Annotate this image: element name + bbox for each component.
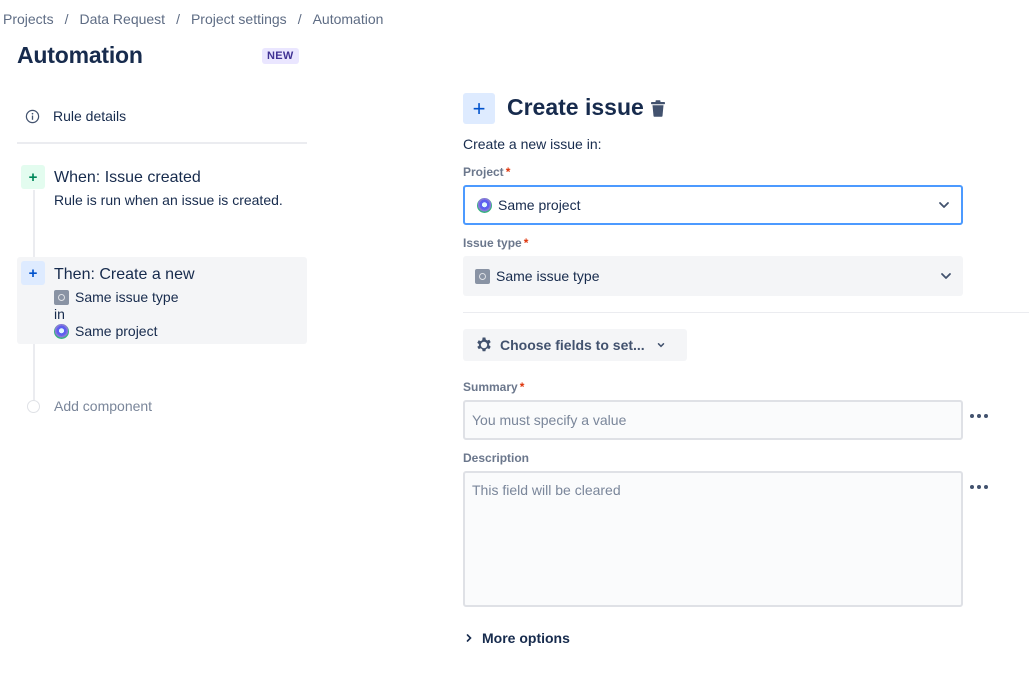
description-textarea[interactable] (463, 471, 963, 607)
action-project-label: Same project (75, 323, 158, 339)
more-options-toggle[interactable]: More options (465, 630, 570, 646)
add-component-label: Add component (54, 398, 153, 414)
divider (463, 312, 1029, 313)
required-mark: * (505, 165, 511, 179)
add-circle-icon (27, 399, 40, 413)
issue-type-icon (475, 268, 490, 284)
trash-icon[interactable] (650, 100, 666, 117)
project-label-text: Project (463, 165, 504, 179)
chevron-right-icon (466, 634, 472, 642)
new-badge: NEW (262, 48, 299, 64)
project-label: Project * (463, 165, 510, 179)
form-title: Create issue (507, 94, 644, 120)
required-mark: * (519, 380, 525, 394)
trigger-description: Rule is run when an issue is created. (54, 192, 283, 208)
action-issue-type: Same issue type (54, 289, 179, 305)
action-project: Same project (54, 323, 157, 339)
action-step[interactable]: + Then: Create a new Same issue type in … (17, 257, 307, 344)
trigger-title: When: Issue created (54, 169, 201, 186)
breadcrumb-data-request[interactable]: Data Request (79, 11, 165, 27)
summary-input[interactable] (463, 400, 963, 440)
issue-type-icon (54, 289, 69, 305)
issue-type-label: Issue type * (463, 236, 528, 250)
breadcrumb-projects[interactable]: Projects (3, 11, 54, 27)
project-avatar-icon (54, 323, 69, 339)
project-select-value: Same project (498, 197, 581, 213)
chevron-down-icon (939, 202, 949, 208)
add-component-button[interactable]: Add component (27, 398, 152, 414)
breadcrumb-automation[interactable]: Automation (313, 11, 384, 27)
breadcrumb-project-settings[interactable]: Project settings (191, 11, 287, 27)
action-connector: in (54, 306, 65, 322)
form-subtitle: Create a new issue in: (463, 136, 602, 152)
project-avatar-icon (477, 197, 492, 213)
summary-more-icon[interactable] (970, 411, 992, 421)
chevron-down-icon (657, 343, 664, 348)
issue-type-select[interactable]: Same issue type (463, 256, 963, 296)
breadcrumb: Projects / Data Request / Project settin… (3, 11, 383, 27)
summary-label-text: Summary (463, 380, 518, 394)
rule-details-link[interactable]: Rule details (25, 108, 126, 124)
add-before-trigger-icon[interactable]: + (21, 165, 45, 189)
chevron-down-icon (941, 273, 951, 279)
gear-icon (477, 337, 491, 352)
divider (17, 142, 307, 144)
more-options-label: More options (482, 630, 570, 646)
summary-label: Summary * (463, 380, 524, 394)
choose-fields-button[interactable]: Choose fields to set... (463, 329, 687, 361)
add-after-action-icon[interactable]: + (21, 261, 45, 285)
breadcrumb-separator: / (297, 11, 302, 27)
page-title: Automation (17, 42, 143, 68)
trigger-step[interactable]: + When: Issue created Rule is run when a… (17, 165, 307, 225)
description-label: Description (463, 451, 530, 465)
breadcrumb-separator: / (176, 11, 180, 27)
action-title: Then: Create a new (54, 266, 195, 283)
action-issue-type-label: Same issue type (75, 289, 179, 305)
breadcrumb-separator: / (64, 11, 69, 27)
description-more-icon[interactable] (970, 482, 992, 492)
rule-details-label: Rule details (53, 108, 127, 124)
required-mark: * (523, 236, 529, 250)
issue-type-select-value: Same issue type (496, 268, 600, 284)
project-select[interactable]: Same project (463, 185, 963, 225)
issue-type-label-text: Issue type (463, 236, 522, 250)
info-icon (25, 109, 40, 123)
choose-fields-label: Choose fields to set... (500, 337, 645, 353)
action-plus-icon: + (463, 93, 495, 124)
